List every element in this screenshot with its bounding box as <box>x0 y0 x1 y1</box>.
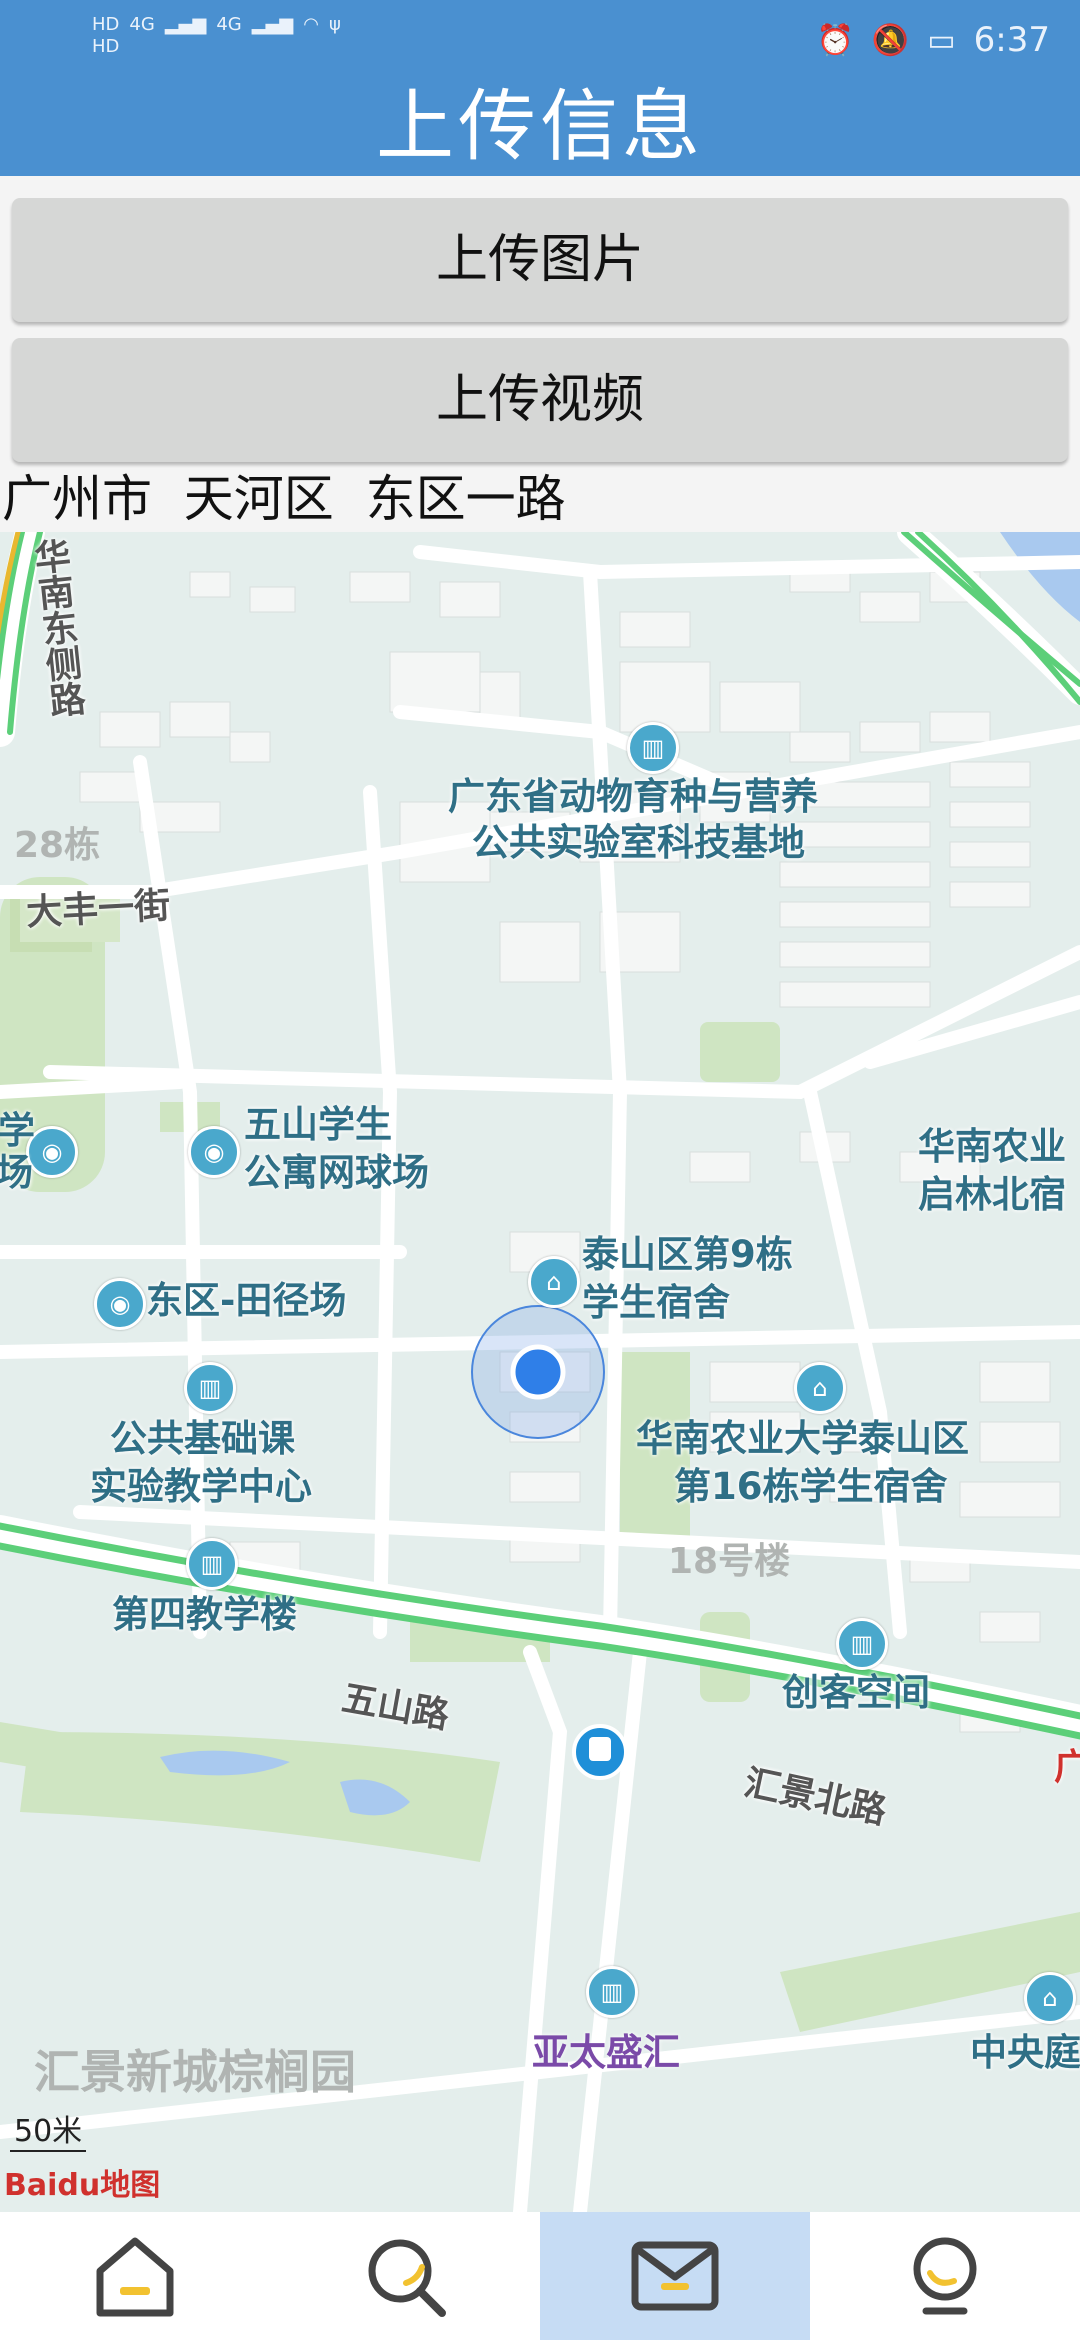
title-bar: 上传信息 <box>0 78 1080 176</box>
lab-poi-icon[interactable]: ▥ <box>627 722 679 774</box>
nav-home[interactable] <box>0 2212 270 2340</box>
map-label: 场 <box>0 1151 33 1194</box>
net1-indicator: 4G <box>129 14 155 35</box>
map-label: 亚太盛汇 <box>532 2031 680 2074</box>
status-right: ⏰ 🔕 ▭ 6:37 <box>817 20 1050 60</box>
dorm9-poi-icon[interactable]: ⌂ <box>528 1256 580 1308</box>
baidu-map-logo: Baidu地图 <box>4 2168 161 2203</box>
map-label: 广 <box>1054 1747 1080 1788</box>
map-label: 学生宿舍 <box>582 1281 730 1324</box>
teach4-poi-icon[interactable]: ▥ <box>186 1538 238 1590</box>
track-poi-icon[interactable]: ◉ <box>94 1278 146 1330</box>
signal-icon: ▂▄▆ <box>251 14 294 35</box>
search-icon <box>368 2239 446 2317</box>
central-poi-icon[interactable]: ⌂ <box>1024 1972 1076 2024</box>
road-label: 大丰一街 <box>25 885 172 934</box>
tennis-poi-icon[interactable]: ◉ <box>188 1126 240 1178</box>
status-time: 6:37 <box>973 20 1050 60</box>
current-location-dot <box>510 1344 566 1400</box>
status-left: HD 4G ▂▄▆ 4G ▂▄▆ ◠ ψ HD <box>92 14 351 58</box>
mute-icon: 🔕 <box>871 22 910 58</box>
signal-icon: ▂▄▆ <box>164 14 207 35</box>
usb-icon: ψ <box>329 14 341 35</box>
address-road: 东区一路 <box>365 470 566 528</box>
map-label: 公共实验室科技基地 <box>472 821 805 864</box>
map-label: 实验教学中心 <box>90 1465 312 1508</box>
basic-poi-icon[interactable]: ▥ <box>184 1362 236 1414</box>
map-label: 第16栋学生宿舍 <box>674 1465 948 1508</box>
map-view[interactable]: ▥ ◉ ◉ ◉ ⌂ ▥ ⌂ ▥ ▥ ▥ ⌂ 广东省动物育种与营养 公共实验室科技… <box>0 532 1080 2212</box>
map-label: 创客空间 <box>782 1671 930 1714</box>
map-scale: 50米 <box>10 2106 87 2152</box>
yatai-poi-icon[interactable]: ▥ <box>586 1966 638 2018</box>
mail-icon <box>631 2241 719 2311</box>
map-label: 华南农业 <box>918 1125 1066 1168</box>
map-label: 启林北宿 <box>918 1173 1066 1216</box>
home-icon <box>96 2237 174 2317</box>
maker-poi-icon[interactable]: ▥ <box>836 1618 888 1670</box>
address-city: 广州市 <box>2 470 152 528</box>
page-title: 上传信息 <box>375 82 704 172</box>
building-label: 28栋 <box>14 825 101 866</box>
nav-search[interactable] <box>270 2212 540 2340</box>
nav-mail[interactable] <box>540 2212 810 2340</box>
lightbulb-icon <box>913 2237 977 2315</box>
alarm-icon: ⏰ <box>816 22 854 58</box>
bottom-nav <box>0 2212 1080 2340</box>
address-line: 广州市 天河区 东区一路 <box>2 464 566 534</box>
map-label: 第四教学楼 <box>112 1593 297 1636</box>
dorm16-poi-icon[interactable]: ⌂ <box>794 1362 846 1414</box>
area-label: 汇景新城棕榈园 <box>34 2045 356 2099</box>
hd1-indicator: HD <box>92 14 120 35</box>
map-label: 公共基础课 <box>110 1417 295 1460</box>
hd2-indicator: HD <box>92 36 120 57</box>
nav-idea[interactable] <box>810 2212 1080 2340</box>
map-label: 五山学生 <box>244 1103 392 1146</box>
upload-image-button[interactable]: 上传图片 <box>12 198 1068 322</box>
map-label: 公寓网球场 <box>244 1151 429 1194</box>
address-district: 天河区 <box>183 470 334 528</box>
status-bar: HD 4G ▂▄▆ 4G ▂▄▆ ◠ ψ HD ⏰ 🔕 ▭ 6:37 <box>0 0 1080 78</box>
map-label: 中央庭 <box>970 2031 1080 2074</box>
upload-video-button[interactable]: 上传视频 <box>12 338 1068 462</box>
map-label: 东区-田径场 <box>146 1279 347 1322</box>
building-label: 18号楼 <box>668 1541 791 1582</box>
wifi-icon: ◠ <box>303 14 319 35</box>
map-label: 泰山区第9栋 <box>582 1233 793 1276</box>
net2-indicator: 4G <box>216 14 242 35</box>
map-label: 广东省动物育种与营养 <box>448 775 818 818</box>
map-label: 华南农业大学泰山区 <box>636 1417 969 1460</box>
map-label: 学 <box>0 1109 35 1152</box>
battery-icon: ▭ <box>927 22 956 58</box>
